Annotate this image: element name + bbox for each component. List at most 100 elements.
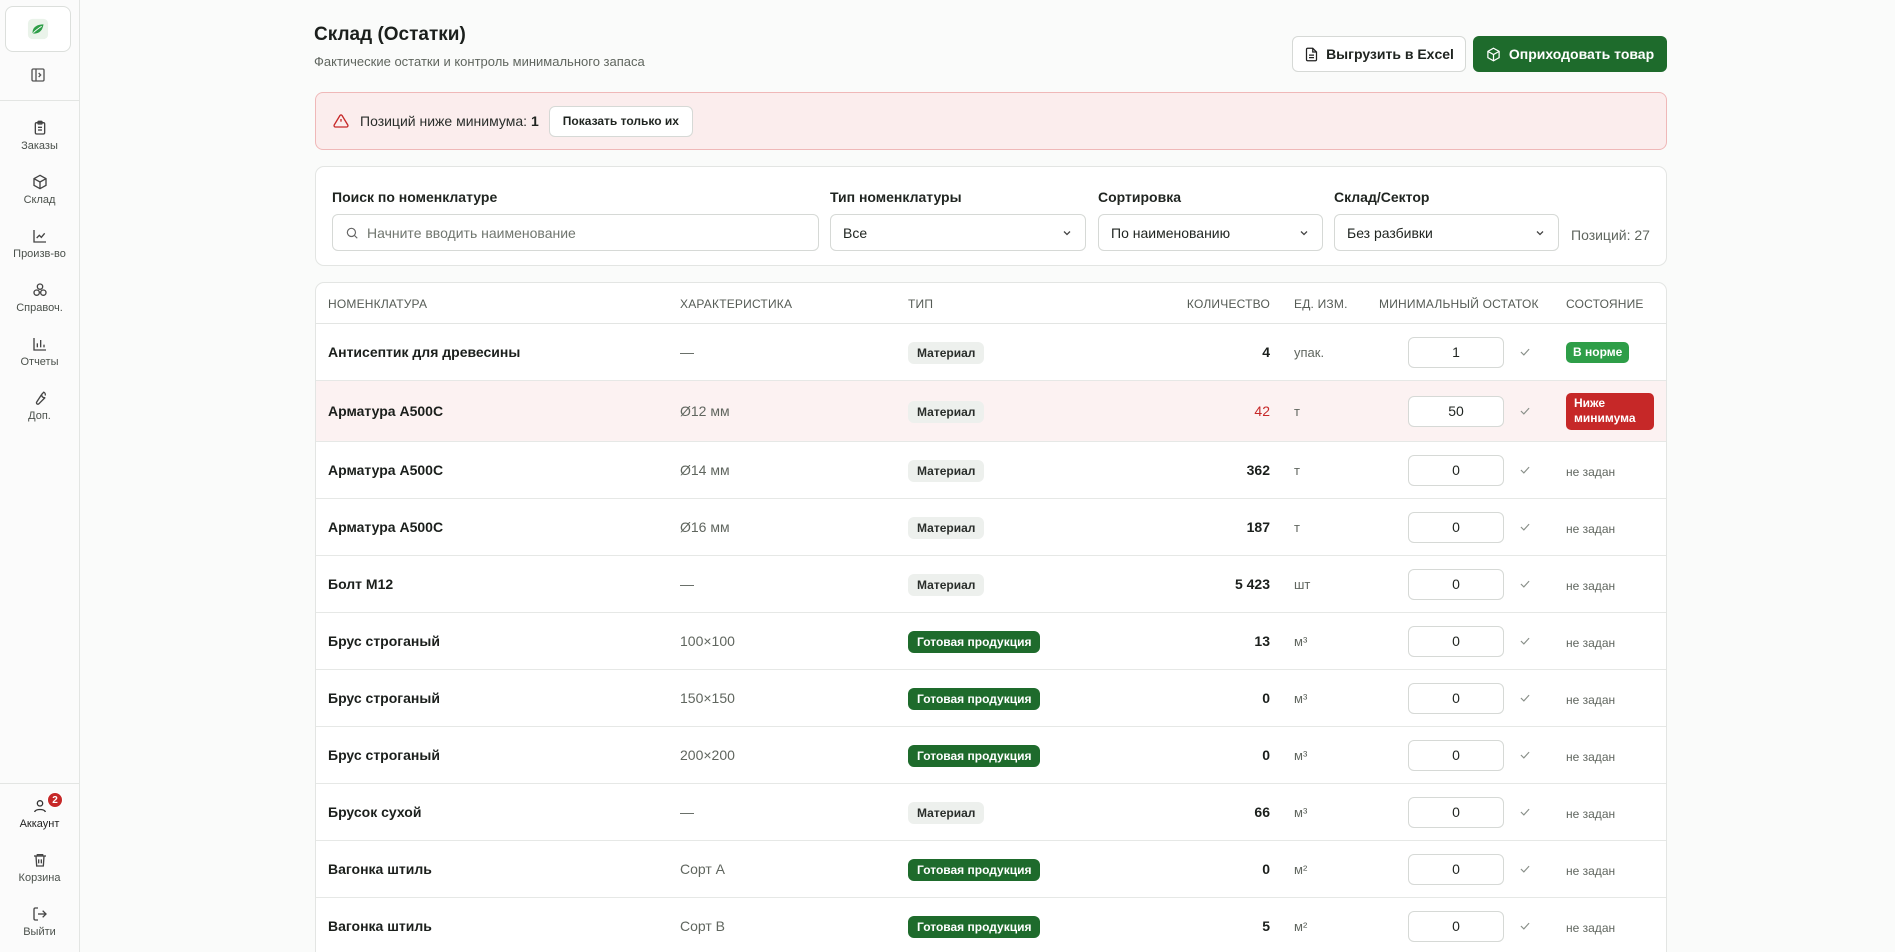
sidebar-item-orders[interactable]: Заказы	[0, 120, 79, 170]
export-excel-button[interactable]: Выгрузить в Excel	[1292, 36, 1466, 72]
save-min-button[interactable]	[1518, 345, 1532, 362]
app-logo[interactable]	[5, 6, 71, 52]
check-icon	[1520, 808, 1530, 816]
min-stock-input[interactable]	[1408, 796, 1504, 828]
sidebar-item-logout[interactable]: Выйти	[0, 906, 79, 952]
column-header-quantity[interactable]: Количество	[1187, 297, 1270, 311]
save-min-button[interactable]	[1518, 748, 1532, 765]
min-stock-cell	[1408, 511, 1504, 543]
type-badge: Материал	[908, 573, 985, 596]
item-quantity: 187	[1246, 518, 1270, 535]
item-type-cell: Материал	[908, 341, 985, 364]
type-badge: Материал	[908, 400, 985, 423]
item-type-cell: Материал	[908, 801, 985, 824]
min-stock-input[interactable]	[1408, 853, 1504, 885]
save-min-button[interactable]	[1518, 691, 1532, 708]
item-type-cell: Готовая продукция	[908, 744, 1041, 767]
save-min-button[interactable]	[1518, 404, 1532, 421]
type-badge: Готовая продукция	[908, 630, 1041, 653]
min-stock-input[interactable]	[1408, 910, 1504, 942]
min-stock-cell	[1408, 853, 1504, 885]
below-minimum-alert: Позиций ниже минимума: 1 Показать только…	[315, 92, 1667, 150]
sidebar-item-label: Произв-во	[13, 248, 66, 260]
sidebar-item-reference[interactable]: Справоч.	[0, 282, 79, 332]
sidebar-item-production[interactable]: Произв-во	[0, 228, 79, 278]
search-input[interactable]	[367, 224, 787, 241]
sidebar-item-label: Корзина	[18, 872, 61, 884]
item-name: Антисептик для древесины	[328, 343, 521, 360]
sidebar-item-label: Заказы	[21, 140, 58, 152]
min-stock-cell	[1408, 796, 1504, 828]
sidebar-item-reports[interactable]: Отчеты	[0, 336, 79, 386]
check-icon	[1520, 466, 1530, 474]
column-header-unit[interactable]: Ед. изм.	[1294, 297, 1348, 311]
item-characteristic: —	[680, 803, 694, 820]
search-field[interactable]	[332, 214, 819, 251]
sidebar: Заказы Склад Произв-во Справоч. Отчеты Д…	[0, 0, 80, 952]
min-stock-input[interactable]	[1408, 454, 1504, 486]
save-min-button[interactable]	[1518, 805, 1532, 822]
status-badge: не задан	[1566, 920, 1616, 935]
sort-select-value: По наименованию	[1111, 224, 1231, 241]
min-stock-input[interactable]	[1408, 625, 1504, 657]
sidebar-item-account[interactable]: 2 Аккаунт	[0, 792, 79, 848]
filters-panel: Поиск по номенклатуре Тип номенклатуры В…	[315, 166, 1667, 266]
receive-goods-label: Оприходовать товар	[1508, 46, 1655, 62]
item-unit: м³	[1294, 804, 1308, 820]
type-badge: Материал	[908, 341, 985, 364]
item-type-cell: Готовая продукция	[908, 915, 1041, 938]
min-stock-input[interactable]	[1408, 682, 1504, 714]
table-header: Номенклатура Характеристика Тип Количест…	[316, 283, 1666, 324]
column-header-state[interactable]: Состояние	[1566, 297, 1644, 311]
item-name: Арматура А500С	[328, 518, 444, 535]
column-header-characteristic[interactable]: Характеристика	[680, 297, 792, 311]
state-cell: не задан	[1566, 919, 1615, 935]
show-only-below-button[interactable]: Показать только их	[548, 105, 693, 137]
min-stock-input[interactable]	[1408, 336, 1504, 368]
save-min-button[interactable]	[1518, 919, 1532, 936]
check-icon	[1520, 922, 1530, 930]
sidebar-item-extra[interactable]: Доп.	[0, 390, 79, 440]
trash-icon	[33, 854, 46, 867]
column-header-type[interactable]: Тип	[908, 297, 933, 311]
item-characteristic: 200×200	[680, 746, 735, 763]
column-header-min-stock[interactable]: Минимальный остаток	[1379, 297, 1539, 311]
min-stock-cell	[1408, 336, 1504, 368]
sort-select[interactable]: По наименованию	[1098, 214, 1323, 251]
item-quantity: 5 423	[1234, 575, 1270, 592]
min-stock-input[interactable]	[1408, 511, 1504, 543]
save-min-button[interactable]	[1518, 463, 1532, 480]
min-stock-input[interactable]	[1408, 568, 1504, 600]
page-title: Склад (Остатки)	[314, 24, 466, 45]
save-min-button[interactable]	[1518, 577, 1532, 594]
min-stock-input[interactable]	[1408, 395, 1504, 427]
receive-goods-button[interactable]: Оприходовать товар	[1473, 36, 1667, 72]
leaf-icon	[27, 18, 49, 40]
min-stock-cell	[1408, 395, 1504, 427]
sidebar-toggle-button[interactable]	[28, 65, 48, 85]
state-cell: не задан	[1566, 805, 1615, 821]
item-quantity: 66	[1254, 803, 1270, 820]
item-name: Вагонка штиль	[328, 917, 432, 934]
state-cell: не задан	[1566, 862, 1615, 878]
sidebar-item-warehouse[interactable]: Склад	[0, 174, 79, 224]
save-min-button[interactable]	[1518, 634, 1532, 651]
warehouse-select[interactable]: Без разбивки	[1334, 214, 1559, 251]
chevron-down-icon	[1063, 230, 1071, 235]
type-select[interactable]: Все	[830, 214, 1086, 251]
min-stock-input[interactable]	[1408, 739, 1504, 771]
item-characteristic: 100×100	[680, 632, 735, 649]
save-min-button[interactable]	[1518, 862, 1532, 879]
item-unit: м²	[1294, 918, 1308, 934]
sidebar-item-trash[interactable]: Корзина	[0, 852, 79, 902]
item-quantity: 42	[1254, 402, 1270, 419]
item-quantity: 4	[1262, 343, 1270, 360]
column-header-name[interactable]: Номенклатура	[328, 297, 427, 311]
item-name: Брус строганый	[328, 632, 440, 649]
item-unit: упак.	[1294, 344, 1325, 360]
check-icon	[1520, 637, 1530, 645]
file-icon	[1305, 47, 1318, 61]
save-min-button[interactable]	[1518, 520, 1532, 537]
chevron-down-icon	[1300, 230, 1308, 235]
state-cell: Ниже минимума	[1566, 392, 1654, 430]
